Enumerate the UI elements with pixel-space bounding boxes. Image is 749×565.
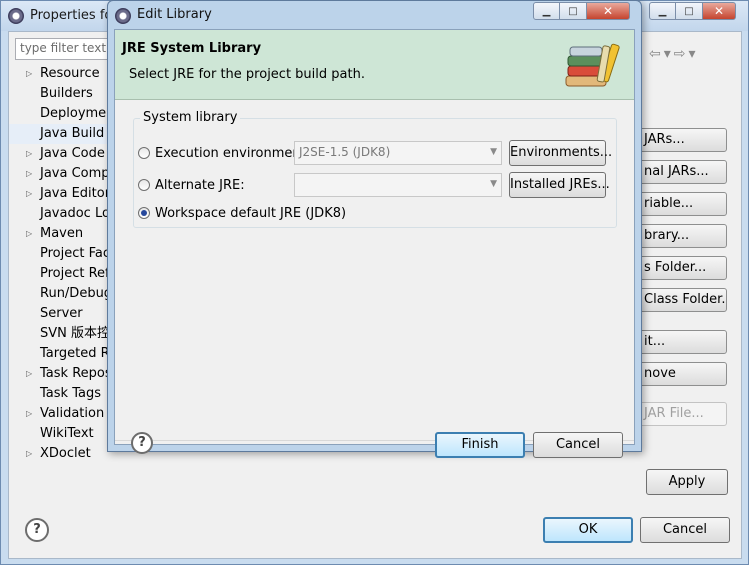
alternate-jre-option[interactable]: Alternate JRE: <box>138 175 245 195</box>
finish-button[interactable]: Finish <box>435 432 525 458</box>
system-library-group: System library Execution environment: J2… <box>133 110 617 228</box>
back-menu-icon[interactable]: ▾ <box>664 46 674 62</box>
navigation-arrows: ⇦▾⇨▾ <box>649 46 699 62</box>
tree-item[interactable]: Builders <box>9 84 109 104</box>
properties-cancel-button[interactable]: Cancel <box>640 517 730 543</box>
banner-subtitle: Select JRE for the project build path. <box>129 67 365 82</box>
help-icon[interactable]: ? <box>131 432 153 454</box>
ok-button[interactable]: OK <box>543 517 633 543</box>
tree-item-label: Maven <box>40 226 84 241</box>
expand-arrow-icon[interactable]: ▷ <box>26 444 32 464</box>
tree-item-label: Builders <box>40 86 93 101</box>
forward-arrow-icon[interactable]: ⇨ <box>674 46 689 62</box>
close-icon[interactable]: ✕ <box>586 2 630 20</box>
tree-item[interactable]: Project Refe <box>9 264 118 284</box>
tree-item-label: XDoclet <box>40 446 91 461</box>
chevron-down-icon: ▼ <box>490 179 497 189</box>
tree-item-label: Java Code S <box>40 146 118 161</box>
expand-arrow-icon[interactable]: ▷ <box>26 364 32 384</box>
minimize-icon[interactable]: ▁ <box>649 2 676 20</box>
forward-menu-icon[interactable]: ▾ <box>689 46 699 62</box>
tree-item-label: WikiText <box>40 426 94 441</box>
tree-item-label: Validation <box>40 406 105 421</box>
execution-environment-radio[interactable] <box>138 147 150 159</box>
workspace-default-option[interactable]: Workspace default JRE (JDK8) <box>138 203 346 223</box>
help-icon[interactable]: ? <box>25 518 49 542</box>
property-page-tree: ▷ Resource Builders Deployment Java Build P ▷… <box>9 64 120 464</box>
alternate-jre-radio[interactable] <box>138 179 150 191</box>
dialog-window-controls: ▁ □ ✕ <box>533 2 630 20</box>
tree-item-label: Project Refe <box>40 266 118 281</box>
execution-environment-select[interactable]: J2SE-1.5 (JDK8) ▼ <box>294 141 502 165</box>
tree-item-label: Java Build P <box>40 126 117 141</box>
tree-item[interactable]: ▷ Java Code S <box>9 144 117 164</box>
tree-item-label: Task Repos <box>40 366 112 381</box>
tree-item[interactable]: ▷ Maven <box>9 224 109 244</box>
tree-item-label: Task Tags <box>40 386 101 401</box>
tree-item[interactable]: Task Tags <box>9 384 109 404</box>
filter-input[interactable]: type filter text <box>15 38 111 60</box>
properties-window-controls: ▁ □ ✕ <box>649 2 736 20</box>
tree-item[interactable]: ▷ Java Compi <box>9 164 113 184</box>
dialog-title: Edit Library <box>137 7 212 22</box>
tree-item[interactable]: Targeted R <box>9 344 110 364</box>
tree-item[interactable]: SVN 版本控 <box>9 324 111 344</box>
close-icon[interactable]: ✕ <box>702 2 736 20</box>
tree-item-label: Java Editor <box>40 186 111 201</box>
tree-item[interactable]: Project Face <box>9 244 118 264</box>
dialog-client: JRE System Library Select JRE for the pr… <box>114 29 635 458</box>
environments-button[interactable]: Environments... <box>509 140 612 166</box>
library-books-icon <box>565 43 620 87</box>
tree-item-label: Javadoc Loc <box>40 206 118 221</box>
tree-item[interactable]: Javadoc Loc <box>9 204 117 224</box>
tree-item[interactable]: ▷ Java Editor <box>9 184 111 204</box>
alternate-jre-label: Alternate JRE: <box>155 177 245 193</box>
tree-item[interactable]: ▷ Validation <box>9 404 109 424</box>
expand-arrow-icon[interactable]: ▷ <box>26 404 32 424</box>
tree-item-label: Resource <box>40 66 100 81</box>
back-arrow-icon[interactable]: ⇦ <box>649 46 664 62</box>
properties-title: Properties for <box>30 8 118 23</box>
alternate-jre-select[interactable]: ▼ <box>294 173 502 197</box>
dialog-banner: JRE System Library Select JRE for the pr… <box>115 30 634 100</box>
expand-arrow-icon[interactable]: ▷ <box>26 144 32 164</box>
tree-item[interactable]: WikiText <box>9 424 109 444</box>
expand-arrow-icon[interactable]: ▷ <box>26 184 32 204</box>
tree-item-label: Targeted R <box>40 346 110 361</box>
eclipse-icon <box>8 8 24 24</box>
tree-item-label: Server <box>40 306 83 321</box>
tree-item-label: Java Compi <box>40 166 114 181</box>
execution-environment-label: Execution environment: <box>155 145 311 161</box>
eclipse-icon <box>115 8 131 24</box>
expand-arrow-icon[interactable]: ▷ <box>26 224 32 244</box>
execution-environment-value: J2SE-1.5 (JDK8) <box>299 145 391 159</box>
tree-item-label: Run/Debug <box>40 286 113 301</box>
tree-item[interactable]: Deployment <box>9 104 120 124</box>
dialog-titlebar: Edit Library ▁ □ ✕ <box>108 1 641 29</box>
group-label: System library <box>140 110 241 125</box>
installed-jres-button[interactable]: Installed JREs... <box>509 172 610 198</box>
tree-item[interactable]: Server <box>9 304 109 324</box>
tree-item[interactable]: ▷ Resource <box>9 64 109 84</box>
edit-library-dialog: Edit Library ▁ □ ✕ JRE System Library Se… <box>107 0 642 458</box>
expand-arrow-icon[interactable]: ▷ <box>26 164 32 184</box>
dialog-cancel-button[interactable]: Cancel <box>533 432 623 458</box>
execution-environment-option[interactable]: Execution environment: <box>138 143 310 163</box>
tree-item[interactable]: Run/Debug <box>9 284 113 304</box>
workspace-default-radio[interactable] <box>138 207 150 219</box>
minimize-icon[interactable]: ▁ <box>533 2 560 20</box>
maximize-icon[interactable]: □ <box>676 2 702 20</box>
banner-title: JRE System Library <box>122 41 262 56</box>
tree-item[interactable]: Java Build P <box>9 124 116 144</box>
tree-item[interactable]: ▷ XDoclet <box>9 444 109 464</box>
tree-item-label: SVN 版本控 <box>40 326 111 341</box>
expand-arrow-icon[interactable]: ▷ <box>26 64 32 84</box>
maximize-icon[interactable]: □ <box>560 2 586 20</box>
workspace-default-label: Workspace default JRE (JDK8) <box>155 205 347 221</box>
tree-item[interactable]: ▷ Task Repos <box>9 364 112 384</box>
apply-button[interactable]: Apply <box>646 469 728 495</box>
chevron-down-icon: ▼ <box>490 147 497 157</box>
